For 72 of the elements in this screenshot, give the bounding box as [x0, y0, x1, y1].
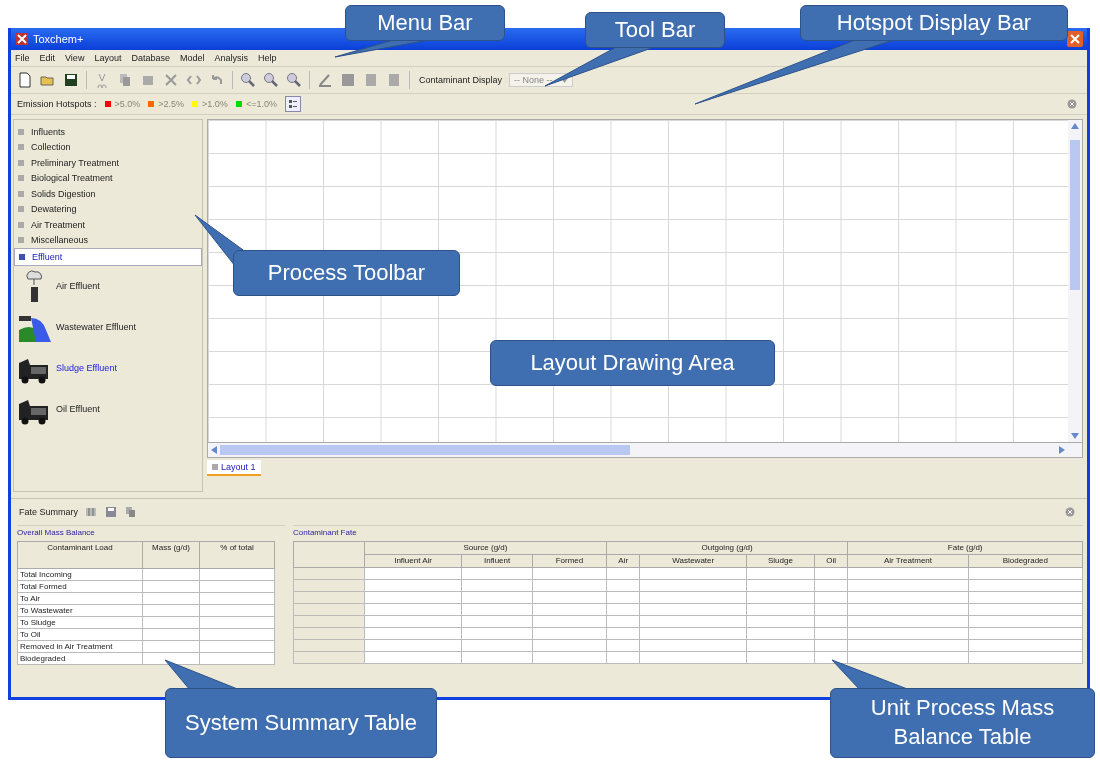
column-group-header: Outgoing (g/d): [606, 541, 848, 555]
table-icon[interactable]: [84, 505, 98, 519]
row-label: Total Formed: [17, 580, 143, 593]
row-label: Removed in Air Treatment: [17, 640, 143, 653]
column-group-header: Source (g/d): [364, 541, 607, 555]
row-label: To Air: [17, 592, 143, 605]
copy-icon[interactable]: [124, 505, 138, 519]
group-title: Contaminant Fate: [293, 527, 358, 537]
menu-item[interactable]: View: [65, 53, 85, 63]
menu-item[interactable]: Layout: [94, 53, 122, 63]
zoom-icon[interactable]: [240, 72, 256, 88]
column-group-header: Fate (g/d): [847, 541, 1083, 555]
category-item[interactable]: Effluent: [14, 248, 202, 266]
layout-tab[interactable]: Layout 1: [207, 460, 261, 476]
category-item[interactable]: Collection: [14, 139, 202, 155]
menu-item[interactable]: Model: [179, 53, 205, 63]
menu-item[interactable]: Database: [131, 53, 170, 63]
scroll-right-icon[interactable]: [1059, 446, 1065, 454]
menu-item[interactable]: File: [15, 53, 30, 63]
save-icon[interactable]: [63, 72, 79, 88]
legend-label: <=1.0%: [245, 99, 277, 109]
window-title: Toxchem+: [33, 33, 84, 45]
process-item-label[interactable]: Oil Effluent: [56, 404, 100, 414]
category-item[interactable]: Preliminary Treatment: [14, 155, 202, 171]
app-icon: [15, 32, 29, 46]
process-item-label[interactable]: Air Effluent: [56, 281, 100, 291]
category-item[interactable]: Biological Treatment: [14, 170, 202, 186]
row-label: To Wastewater: [17, 604, 143, 617]
callout-label: Layout Drawing Area: [490, 340, 775, 386]
legend-label: >1.0%: [202, 99, 228, 109]
layout-drawing-area[interactable]: [208, 120, 1068, 442]
legend-label: >5.0%: [114, 99, 141, 109]
scissors-icon[interactable]: [94, 72, 110, 88]
emission-hotspots-label: Emission Hotspots :: [17, 99, 97, 109]
process-item-label[interactable]: Sludge Effluent: [56, 363, 117, 373]
group-title: Overall Mass Balance: [17, 527, 96, 537]
callout-label: Hotspot Display Bar: [800, 5, 1068, 41]
category-item[interactable]: Influents: [14, 124, 202, 140]
close-panel-icon[interactable]: [1067, 99, 1077, 109]
callout-label: Tool Bar: [585, 12, 725, 48]
scroll-up-icon[interactable]: [1071, 123, 1079, 129]
copy-icon[interactable]: [117, 72, 133, 88]
menu-item[interactable]: Edit: [39, 53, 56, 63]
zoom-icon[interactable]: [263, 72, 279, 88]
close-button[interactable]: [1067, 31, 1083, 47]
category-item[interactable]: Miscellaneous: [14, 232, 202, 248]
close-panel-icon[interactable]: [1065, 507, 1075, 517]
column-header: Contaminant Load: [17, 541, 143, 569]
pencil-icon[interactable]: [317, 72, 333, 88]
scroll-down-icon[interactable]: [1071, 433, 1079, 439]
category-item[interactable]: Dewatering: [14, 201, 202, 217]
contaminant-display-label: Contaminant Display: [419, 75, 503, 85]
column-header: % of total: [199, 541, 275, 569]
fate-summary-label: Fate Summary: [19, 507, 78, 517]
menu-item[interactable]: Analysis: [214, 53, 248, 63]
process-item-label[interactable]: Wastewater Effluent: [56, 322, 137, 332]
row-label: To Sludge: [17, 616, 143, 629]
menu-item[interactable]: Help: [258, 53, 277, 63]
vertical-scrollbar[interactable]: [1068, 120, 1082, 442]
category-item[interactable]: Air Treatment: [14, 217, 202, 233]
category-item[interactable]: Solids Digestion: [14, 186, 202, 202]
horizontal-scrollbar[interactable]: [207, 442, 1083, 458]
row-label: To Oil: [17, 628, 143, 641]
row-label: Total Incoming: [17, 568, 143, 581]
delete-icon[interactable]: [163, 72, 179, 88]
legend-label: >2.5%: [158, 99, 185, 109]
legend-toggle-icon[interactable]: [284, 96, 301, 112]
zoom-icon[interactable]: [286, 72, 302, 88]
row-label: Biodegraded: [17, 652, 143, 665]
new-file-icon[interactable]: [17, 72, 33, 88]
scroll-left-icon[interactable]: [211, 446, 217, 454]
column-header: Mass (g/d): [142, 541, 200, 569]
